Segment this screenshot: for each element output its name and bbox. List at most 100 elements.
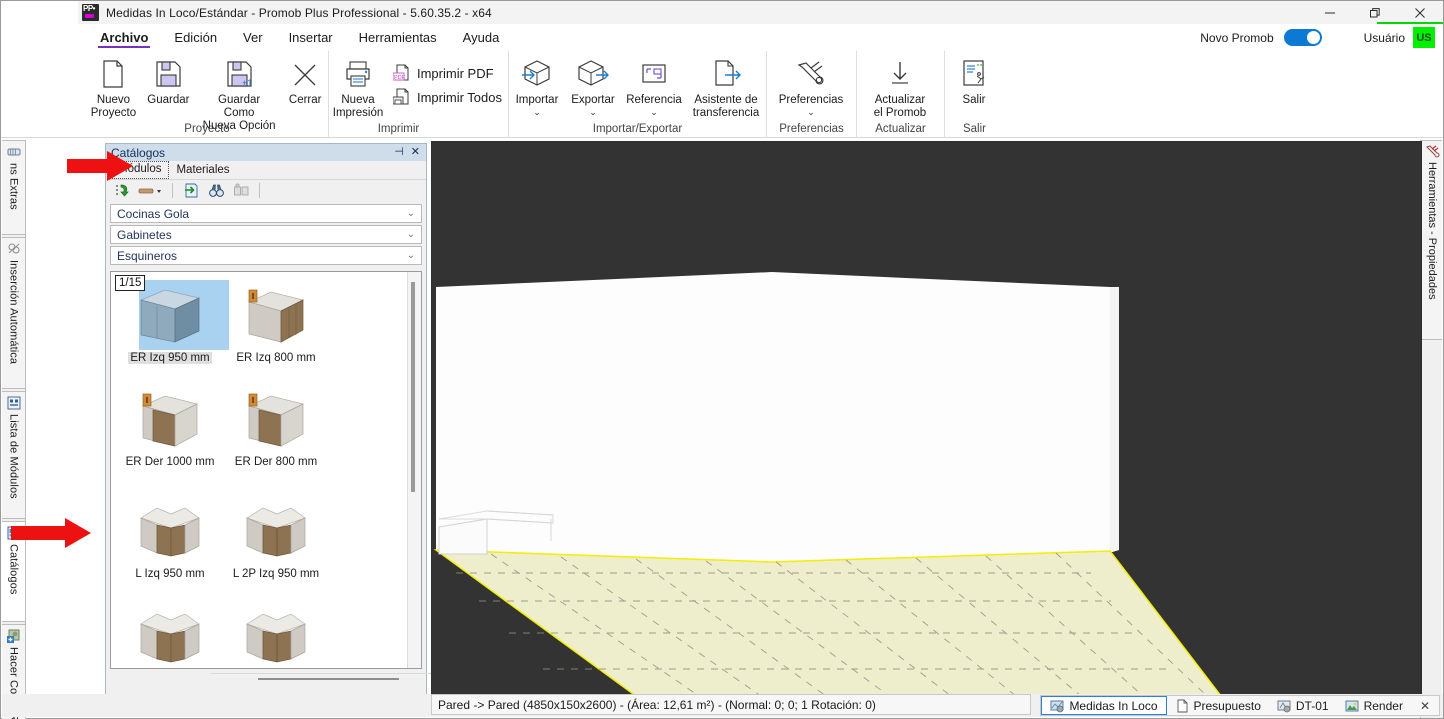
close-project-button[interactable]: Cerrar bbox=[282, 55, 328, 107]
left-tab-strip: ns Extras Inserción Automática Lista de … bbox=[2, 140, 26, 719]
page-badge: 1/15 bbox=[115, 275, 146, 291]
ribbon-button-label: Importar bbox=[515, 94, 559, 106]
menu-item-edicion[interactable]: Edición bbox=[161, 24, 230, 51]
auto-hide-button[interactable]: ⊣ bbox=[394, 147, 404, 158]
tab-dt-01[interactable]: DT-01 bbox=[1269, 696, 1337, 715]
tab-medidas-in-loco[interactable]: Medidas In Loco bbox=[1041, 696, 1167, 715]
insert-module-icon[interactable] bbox=[112, 181, 134, 200]
scrollbar-thumb[interactable] bbox=[411, 282, 415, 492]
title-bar: PP• Medidas In Loco/Estándar - Promob Pl… bbox=[1, 1, 1443, 24]
tab-modulos[interactable]: Módulos bbox=[110, 161, 170, 179]
module-grid-scrollbar[interactable] bbox=[407, 272, 421, 668]
clip-icon bbox=[6, 144, 22, 160]
close-panel-button[interactable]: ✕ bbox=[411, 147, 420, 158]
preferences-button[interactable]: Preferencias ⌄ bbox=[767, 55, 855, 117]
ribbon-button-label: Referencia bbox=[626, 94, 682, 106]
menu-item-insertar[interactable]: Insertar bbox=[276, 24, 346, 51]
sidebar-item-catalogos[interactable]: Catálogos bbox=[2, 521, 26, 622]
print-all-button[interactable]: Imprimir Todos bbox=[387, 85, 508, 109]
import-button[interactable]: Importar ⌄ bbox=[509, 55, 565, 117]
novo-promob-toggle[interactable] bbox=[1283, 29, 1322, 46]
scrollbar-track bbox=[210, 673, 444, 674]
new-print-button[interactable]: Nueva Impresión bbox=[329, 55, 387, 120]
avatar[interactable]: US bbox=[1413, 27, 1435, 48]
toolbar-separator bbox=[172, 183, 173, 198]
update-promob-button[interactable]: Actualizar el Promob bbox=[857, 55, 943, 120]
search-binoculars-icon[interactable] bbox=[205, 181, 227, 200]
export-button[interactable]: Exportar ⌄ bbox=[565, 55, 621, 117]
sidebar-item-label: Inserción Automática bbox=[7, 260, 20, 365]
module-item[interactable]: ER Izq 800 mm bbox=[223, 278, 329, 382]
sidebar-item-insercion-automatica[interactable]: Inserción Automática bbox=[2, 237, 26, 389]
module-item[interactable]: L 2P Der 950 mm bbox=[223, 600, 329, 668]
combo-cocinas-gola[interactable]: Cocinas Gola ⌄ bbox=[110, 204, 422, 223]
save-button[interactable]: Guardar bbox=[141, 55, 196, 107]
ribbon-group-title: Imprimir bbox=[377, 123, 420, 135]
exit-button[interactable]: Salir bbox=[945, 55, 1003, 107]
combo-esquineros[interactable]: Esquineros ⌄ bbox=[110, 246, 422, 265]
module-item[interactable]: ER Der 1000 mm bbox=[117, 382, 223, 486]
menu-item-ayuda[interactable]: Ayuda bbox=[450, 24, 513, 51]
module-item[interactable]: ER Der 800 mm bbox=[223, 382, 329, 486]
chevron-down-icon: ⌄ bbox=[406, 250, 415, 261]
measure-icon bbox=[1050, 699, 1064, 713]
module-item[interactable]: L Izq 950 mm bbox=[117, 494, 223, 598]
tab-label: DT-01 bbox=[1295, 698, 1329, 713]
ribbon-button-label: Actualizar el Promob bbox=[873, 94, 927, 119]
sidebar-item-imagens-extras[interactable]: ns Extras bbox=[2, 140, 26, 235]
module-thumbnail bbox=[237, 494, 315, 566]
minimize-button[interactable] bbox=[1307, 1, 1352, 24]
tab-label: Materiales bbox=[176, 164, 230, 176]
chevron-down-icon[interactable]: ⌄ bbox=[589, 108, 597, 117]
tab-render[interactable]: Render bbox=[1337, 696, 1411, 715]
module-label: L 2P Izq 950 mm bbox=[232, 568, 320, 580]
catalogos-panel-footer bbox=[106, 669, 444, 695]
chevron-down-icon[interactable]: ⌄ bbox=[807, 108, 815, 117]
print-pdf-button[interactable]: PDF Imprimir PDF bbox=[387, 61, 508, 85]
chevron-down-icon: ⌄ bbox=[406, 229, 415, 240]
ribbon-group-preferencias: Preferencias ⌄ Preferencias bbox=[766, 51, 856, 138]
app-window: PP• Medidas In Loco/Estándar - Promob Pl… bbox=[0, 0, 1444, 719]
scrollbar-thumb[interactable] bbox=[258, 678, 399, 680]
tools-properties-icon bbox=[1425, 144, 1440, 159]
chevron-down-icon[interactable]: ⌄ bbox=[650, 108, 658, 117]
reference-button[interactable]: Referencia ⌄ bbox=[621, 55, 687, 117]
ribbon-button-label: Salir bbox=[962, 94, 986, 106]
module-thumbnail bbox=[237, 600, 315, 668]
maximize-button[interactable] bbox=[1352, 1, 1397, 24]
menu-item-ver[interactable]: Ver bbox=[230, 24, 276, 51]
combo-label: Esquineros bbox=[117, 248, 178, 263]
module-item[interactable]: L 2P Izq 950 mm bbox=[223, 494, 329, 598]
module-thumbnail bbox=[131, 494, 209, 566]
close-tab-button[interactable]: ✕ bbox=[1411, 699, 1439, 713]
go-to-icon[interactable] bbox=[180, 181, 202, 200]
menu-item-archivo[interactable]: Archivo bbox=[87, 24, 161, 51]
title-bar-left-pad bbox=[1, 1, 78, 24]
menu-item-herramientas[interactable]: Herramientas bbox=[346, 24, 450, 51]
promob-icon: PP• bbox=[82, 4, 99, 21]
menu-bar: Archivo Edición Ver Insertar Herramienta… bbox=[1, 24, 1443, 51]
tab-presupuesto[interactable]: Presupuesto bbox=[1167, 696, 1269, 715]
combo-gabinetes[interactable]: Gabinetes ⌄ bbox=[110, 225, 422, 244]
compare-modules-icon[interactable] bbox=[230, 181, 252, 200]
close-button[interactable] bbox=[1397, 1, 1443, 24]
3d-viewport[interactable] bbox=[431, 141, 1422, 696]
tab-label: Medidas In Loco bbox=[1069, 698, 1158, 713]
sidebar-item-lista-de-modulos[interactable]: Lista de Módulos bbox=[2, 391, 26, 519]
ribbon-button-label: Preferencias bbox=[778, 94, 844, 106]
new-project-button[interactable]: Nuevo Proyecto bbox=[86, 55, 141, 120]
combo-label: Gabinetes bbox=[117, 227, 172, 242]
tab-materiales[interactable]: Materiales bbox=[169, 163, 236, 179]
window-title: Medidas In Loco/Estándar - Promob Plus P… bbox=[106, 5, 492, 20]
module-thumbnail bbox=[237, 278, 315, 350]
catalogos-panel: Catálogos ⊣ ✕ Módulos Materiales Cocinas… bbox=[105, 143, 444, 696]
dash-dropdown-icon[interactable] bbox=[137, 181, 165, 200]
save-as-new-option-button[interactable]: +1 Guardar Como Nueva Opción bbox=[196, 55, 283, 133]
sidebar-item-herramientas-propiedades[interactable]: Herramientas - Propiedades bbox=[1421, 140, 1442, 340]
module-item[interactable]: L Der 950 mm bbox=[117, 600, 223, 668]
horizontal-scrollbar[interactable] bbox=[210, 673, 444, 684]
module-thumbnail bbox=[131, 600, 209, 668]
module-item[interactable]: ER Izq 950 mm bbox=[117, 278, 229, 382]
chevron-down-icon[interactable]: ⌄ bbox=[533, 108, 541, 117]
transfer-wizard-button[interactable]: Asistente de transferencia bbox=[687, 55, 765, 120]
